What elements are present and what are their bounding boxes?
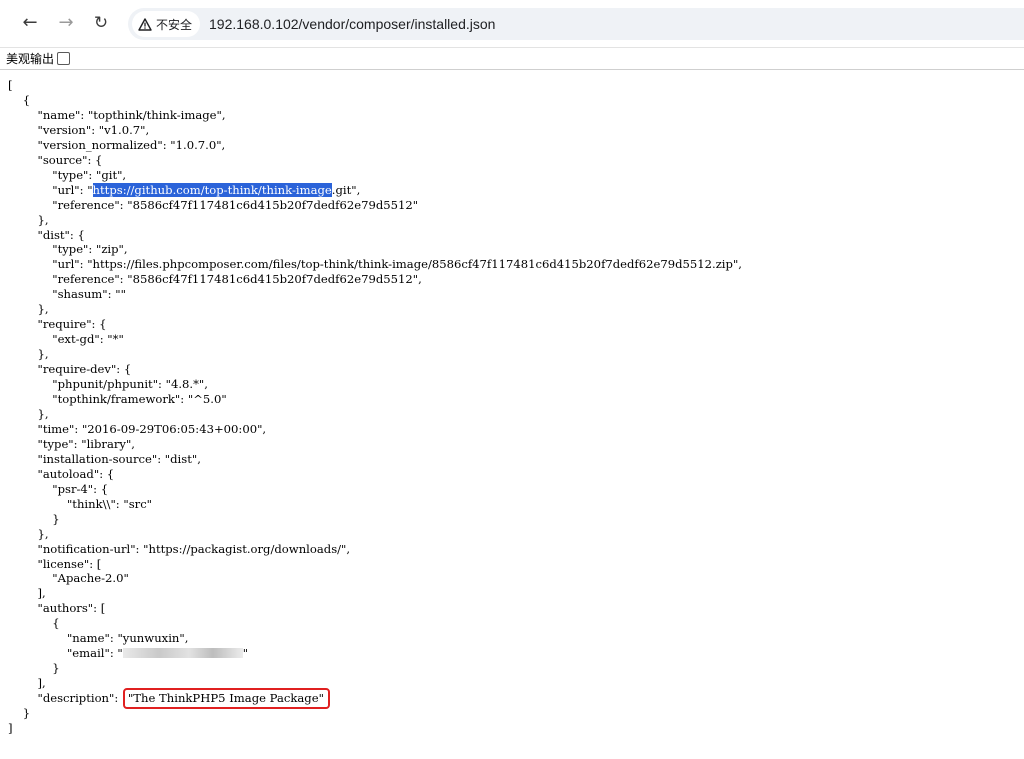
json-line: ]	[8, 720, 13, 735]
json-line: "require-dev": {	[37, 362, 132, 377]
json-line: ],	[37, 676, 46, 691]
json-line: "type": "zip",	[52, 242, 128, 257]
json-line: "reference": "8586cf47f117481c6d415b20f7…	[52, 197, 419, 212]
json-line: "license": [	[37, 556, 102, 571]
json-line: "authors": [	[37, 601, 106, 616]
json-line: },	[37, 406, 49, 421]
json-line: "installation-source": "dist",	[37, 451, 201, 466]
address-bar[interactable]: 不安全 192.168.0.102/vendor/composer/instal…	[128, 8, 1024, 40]
description-annotation-box: "The ThinkPHP5 Image Package"	[122, 688, 330, 710]
description-value: "The ThinkPHP5 Image Package"	[127, 691, 324, 706]
selected-url-text[interactable]: https://github.com/top-think/think-image	[92, 182, 332, 197]
json-line: "name": "yunwuxin",	[66, 631, 189, 646]
json-line: {	[22, 92, 31, 107]
json-line: "require": {	[37, 317, 107, 332]
json-line: "dist": {	[37, 227, 85, 242]
json-line: "version": "v1.0.7",	[37, 122, 150, 137]
json-line: "description":	[37, 691, 122, 706]
json-line: }	[52, 511, 60, 526]
security-label: 不安全	[156, 17, 193, 32]
json-line: },	[37, 212, 49, 227]
json-line: "notification-url": "https://packagist.o…	[37, 541, 351, 556]
security-chip[interactable]: 不安全	[132, 11, 201, 37]
json-line: "shasum": ""	[52, 287, 126, 302]
warning-triangle-icon	[138, 17, 152, 31]
json-line: {	[52, 616, 60, 631]
json-line: "type": "git",	[52, 167, 127, 182]
json-line: "topthink/framework": "^5.0"	[52, 392, 227, 407]
json-line: "email": "	[66, 646, 123, 661]
json-line: "ext-gd": "*"	[52, 332, 124, 347]
json-line: },	[37, 347, 49, 362]
prettyprint-label: 美观输出	[6, 52, 55, 66]
reload-icon[interactable]: ↻	[88, 10, 114, 36]
json-line: "reference": "8586cf47f117481c6d415b20f7…	[52, 272, 422, 287]
json-line: },	[37, 526, 49, 541]
json-line: "psr-4": {	[52, 481, 109, 496]
json-line: "url": "https://files.phpcomposer.com/fi…	[52, 257, 742, 272]
json-line: "autoload": {	[37, 466, 115, 481]
back-arrow-icon[interactable]: ←	[17, 10, 43, 36]
prettyprint-checkbox[interactable]	[57, 52, 71, 65]
json-line: "Apache-2.0"	[52, 571, 129, 586]
prettyprint-bar: 美观输出	[0, 48, 1024, 70]
json-line: "url": "	[52, 182, 93, 197]
json-line: "think\\": "src"	[66, 496, 153, 511]
browser-toolbar: ← → ↻ 不安全 192.168.0.102/vendor/composer/…	[0, 0, 1024, 48]
url-text[interactable]: 192.168.0.102/vendor/composer/installed.…	[209, 16, 495, 32]
json-viewer: [ { "name": "topthink/think-image", "ver…	[8, 78, 742, 736]
json-line: }	[22, 706, 31, 721]
forward-arrow-icon[interactable]: →	[53, 10, 79, 36]
json-line: "time": "2016-09-29T06:05:43+00:00",	[37, 421, 267, 436]
json-line: },	[37, 302, 49, 317]
json-line: [	[8, 78, 13, 92]
json-line: "phpunit/phpunit": "4.8.*",	[52, 377, 208, 392]
json-line: "type": "library",	[37, 436, 135, 451]
json-line: "source": {	[37, 152, 103, 167]
json-line: "version_normalized": "1.0.7.0",	[37, 137, 226, 152]
json-line: "name": "topthink/think-image",	[37, 107, 226, 122]
json-line: ],	[37, 586, 46, 601]
json-line: "	[242, 646, 249, 661]
redacted-email	[122, 648, 243, 659]
json-line: .git",	[331, 182, 361, 197]
json-line: }	[52, 661, 60, 676]
